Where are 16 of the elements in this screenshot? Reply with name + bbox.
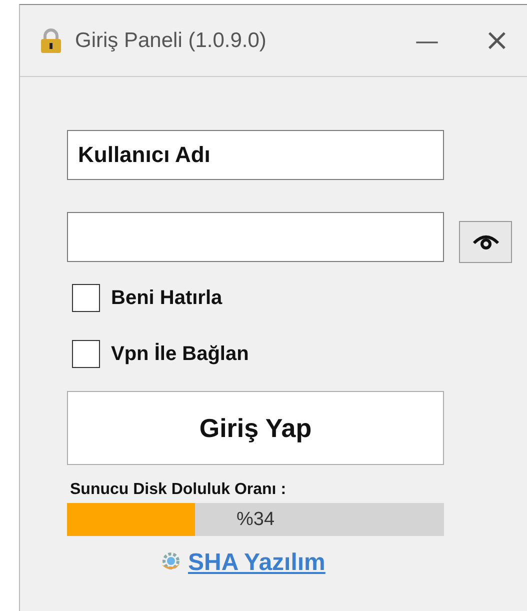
progress-reading: %34 [236,508,275,530]
minimize-button[interactable]: — [397,26,457,54]
checkbox[interactable] [72,284,100,312]
checkbox-label: Vpn İle Bağlan [111,342,249,366]
company-link[interactable]: SHA Yazılım [188,549,326,577]
password-field[interactable] [67,212,444,262]
username-field[interactable]: Kullanıcı Adı [67,130,444,180]
window-title: Giriş Paneli (1.0.9.0) [75,28,268,52]
login-button[interactable]: Giriş Yap [67,391,444,465]
eye-icon [470,233,500,251]
show-password-button[interactable] [459,221,512,263]
close-button[interactable]: × [467,23,527,58]
padlock-icon [40,28,62,54]
checkbox[interactable] [72,340,100,368]
checkbox-label: Beni Hatırla [111,286,222,310]
disk-usage-label: Sunucu Disk Doluluk Oranı : [70,481,286,499]
